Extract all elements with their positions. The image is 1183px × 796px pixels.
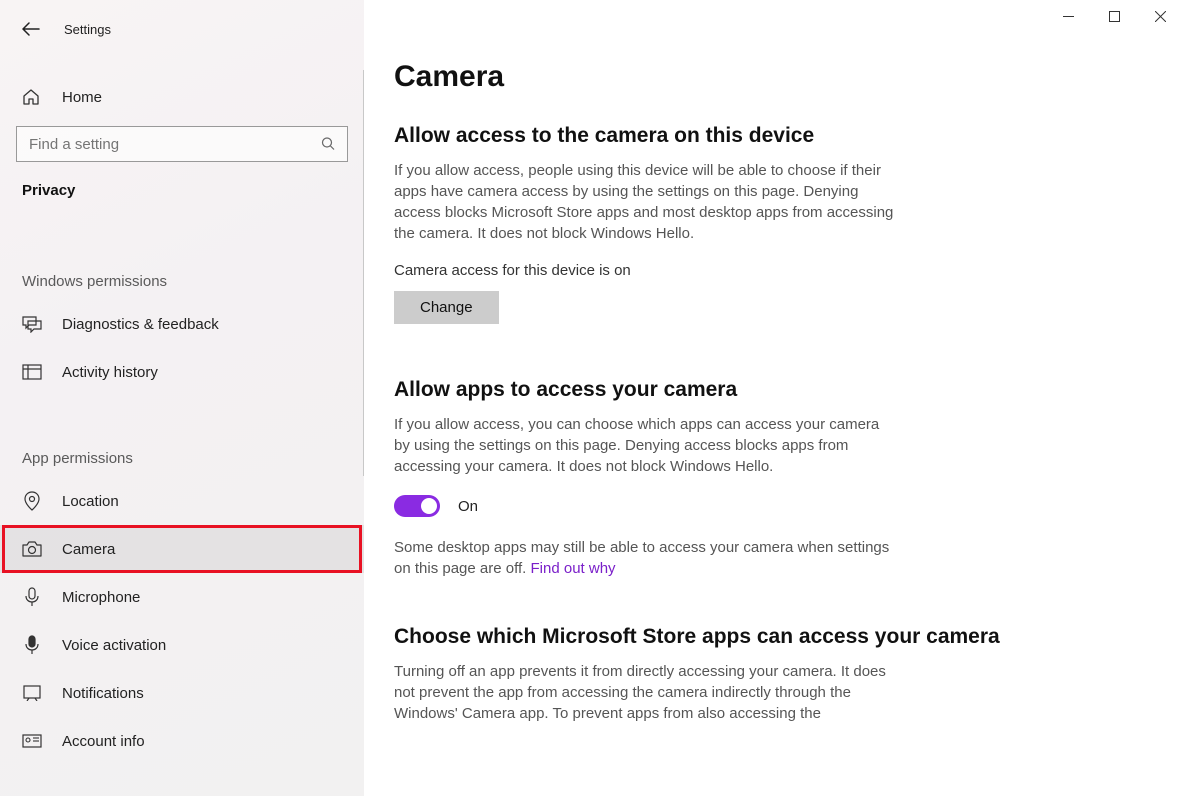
sidebar-item-label: Activity history [62, 364, 158, 381]
app-access-toggle-row: On [394, 495, 1153, 517]
maximize-button[interactable] [1091, 0, 1137, 32]
current-section-label: Privacy [0, 162, 364, 209]
search-container [0, 126, 364, 162]
section-title-app-access: Allow apps to access your camera [394, 378, 1153, 402]
search-input[interactable] [16, 126, 348, 162]
minimize-button[interactable] [1045, 0, 1091, 32]
sidebar-item-label: Microphone [62, 589, 140, 606]
sidebar-item-label: Camera [62, 541, 115, 558]
sidebar-item-label: Voice activation [62, 637, 166, 654]
home-label: Home [62, 89, 102, 106]
sidebar-item-home[interactable]: Home [0, 70, 364, 122]
page-title: Camera [394, 60, 1153, 94]
sidebar-item-label: Account info [62, 733, 145, 750]
voice-icon [22, 635, 42, 655]
camera-icon [22, 539, 42, 559]
section-desc-app-access: If you allow access, you can choose whic… [394, 414, 894, 477]
sidebar-item-label: Diagnostics & feedback [62, 316, 219, 333]
group-header-app-permissions: App permissions [0, 426, 364, 477]
section-title-store-apps: Choose which Microsoft Store apps can ac… [394, 625, 1153, 649]
sidebar-header: Settings [0, 12, 364, 46]
main-content: Camera Allow access to the camera on thi… [364, 0, 1183, 796]
sidebar-item-voice-activation[interactable]: Voice activation [0, 621, 364, 669]
app-access-toggle[interactable] [394, 495, 440, 517]
change-button[interactable]: Change [394, 291, 499, 324]
sidebar-item-camera[interactable]: Camera [0, 525, 364, 573]
sidebar-item-label: Location [62, 493, 119, 510]
section-desc-device-access: If you allow access, people using this d… [394, 160, 894, 244]
find-out-why-link[interactable]: Find out why [531, 560, 616, 577]
home-icon [22, 88, 42, 106]
sidebar-item-label: Notifications [62, 685, 144, 702]
section-title-device-access: Allow access to the camera on this devic… [394, 124, 1153, 148]
selection-highlight [2, 525, 362, 573]
sidebar-item-notifications[interactable]: Notifications [0, 669, 364, 717]
sidebar-item-microphone[interactable]: Microphone [0, 573, 364, 621]
back-arrow-icon[interactable] [22, 22, 40, 36]
group-header-windows-permissions: Windows permissions [0, 249, 364, 300]
section-desc-store-apps: Turning off an app prevents it from dire… [394, 661, 894, 724]
sidebar-item-diagnostics[interactable]: Diagnostics & feedback [0, 300, 364, 348]
sidebar: Settings Home Privacy Windows permission… [0, 0, 364, 796]
location-icon [22, 491, 42, 511]
sidebar-item-account-info[interactable]: Account info [0, 717, 364, 765]
window-controls [1045, 0, 1183, 32]
note-text: Some desktop apps may still be able to a… [394, 539, 889, 577]
history-icon [22, 362, 42, 382]
feedback-icon [22, 314, 42, 334]
sidebar-item-activity-history[interactable]: Activity history [0, 348, 364, 396]
account-icon [22, 731, 42, 751]
notifications-icon [22, 683, 42, 703]
toggle-state-label: On [458, 498, 478, 515]
sidebar-item-location[interactable]: Location [0, 477, 364, 525]
device-access-status: Camera access for this device is on [394, 262, 1153, 279]
toggle-knob [421, 498, 437, 514]
app-title: Settings [64, 22, 111, 37]
microphone-icon [22, 587, 42, 607]
close-button[interactable] [1137, 0, 1183, 32]
desktop-apps-note: Some desktop apps may still be able to a… [394, 537, 894, 579]
